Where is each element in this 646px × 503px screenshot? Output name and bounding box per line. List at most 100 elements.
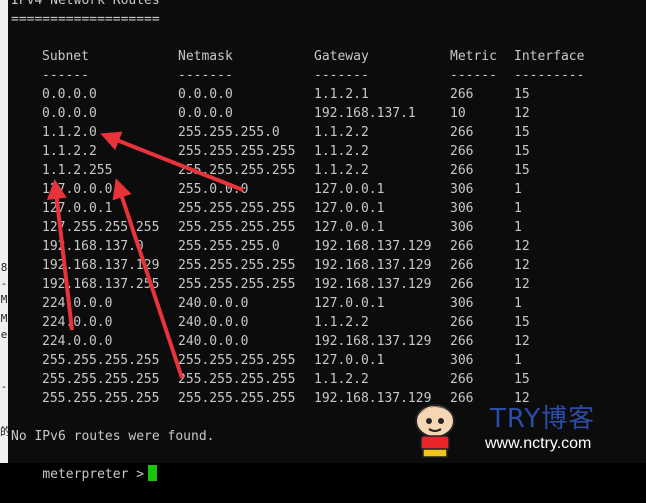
cell-netmask: 255.0.0.0 (178, 182, 249, 197)
header-rule-gateway: ------- (314, 68, 369, 83)
cell-gateway: 1.1.2.2 (314, 315, 369, 330)
terminal-window[interactable]: IPv4 Network Routes =================== … (8, 0, 646, 482)
cell-netmask: 255.255.255.255 (178, 144, 296, 159)
cell-interface: 1 (514, 353, 522, 368)
prompt-text: meterpreter > (42, 467, 145, 482)
cell-gateway: 192.168.137.129 (314, 334, 432, 349)
command-prompt[interactable]: meterpreter > (11, 446, 158, 503)
background-window-char: 的 (0, 425, 11, 438)
cell-interface: 1 (514, 182, 522, 197)
cell-subnet: 192.168.137.0 (42, 239, 144, 254)
cell-netmask: 255.255.255.255 (178, 277, 296, 292)
cell-subnet: 1.1.2.0 (42, 125, 97, 140)
cell-subnet: 192.168.137.255 (42, 277, 160, 292)
cell-metric: 266 (450, 163, 474, 178)
cell-metric: 306 (450, 220, 474, 235)
cell-subnet: 127.255.255.255 (42, 220, 160, 235)
cell-subnet: 255.255.255.255 (42, 372, 160, 387)
cell-metric: 266 (450, 258, 474, 273)
cell-subnet: 1.1.2.255 (42, 163, 113, 178)
cell-metric: 266 (450, 277, 474, 292)
routes-heading: IPv4 Network Routes (11, 0, 160, 8)
cell-netmask: 255.255.255.255 (178, 163, 296, 178)
cell-interface: 12 (514, 239, 530, 254)
cursor-block (148, 465, 158, 481)
cell-metric: 306 (450, 182, 474, 197)
header-interface: Interface (514, 49, 585, 64)
cell-netmask: 255.255.255.255 (178, 201, 296, 216)
cell-metric: 266 (450, 315, 474, 330)
background-window-char: - (0, 277, 8, 290)
watermark-url: www.nctry.com (485, 435, 592, 452)
background-window-char: 8 (0, 261, 8, 274)
cell-interface: 12 (514, 258, 530, 273)
cell-interface: 15 (514, 315, 530, 330)
header-metric: Metric (450, 49, 497, 64)
background-window-char: M (0, 293, 8, 306)
header-rule-subnet: ------ (42, 68, 89, 83)
cell-metric: 266 (450, 87, 474, 102)
cell-netmask: 255.255.255.255 (178, 220, 296, 235)
cell-subnet: 224.0.0.0 (42, 296, 113, 311)
cell-gateway: 127.0.0.1 (314, 220, 385, 235)
cell-gateway: 1.1.2.2 (314, 163, 369, 178)
cell-subnet: 127.0.0.0 (42, 182, 113, 197)
cell-netmask: 240.0.0.0 (178, 296, 249, 311)
cell-metric: 306 (450, 201, 474, 216)
cell-subnet: 1.1.2.2 (42, 144, 97, 159)
cell-interface: 15 (514, 372, 530, 387)
cell-netmask: 255.255.255.255 (178, 391, 296, 406)
cell-metric: 266 (450, 125, 474, 140)
routes-heading-rule: =================== (11, 12, 160, 27)
cell-netmask: 240.0.0.0 (178, 334, 249, 349)
cell-gateway: 192.168.137.129 (314, 239, 432, 254)
cell-subnet: 0.0.0.0 (42, 87, 97, 102)
cell-metric: 10 (450, 106, 466, 121)
cell-subnet: 224.0.0.0 (42, 334, 113, 349)
cell-subnet: 192.168.137.129 (42, 258, 160, 273)
cell-netmask: 255.255.255.0 (178, 125, 280, 140)
header-rule-interface: --------- (514, 68, 585, 83)
cell-gateway: 127.0.0.1 (314, 182, 385, 197)
cell-interface: 15 (514, 144, 530, 159)
cell-interface: 1 (514, 220, 522, 235)
cell-subnet: 0.0.0.0 (42, 106, 97, 121)
cell-metric: 266 (450, 144, 474, 159)
cartoon-boy-mascot-icon (415, 404, 455, 458)
cell-netmask: 255.255.255.255 (178, 372, 296, 387)
watermark-title: TRY博客 (490, 404, 596, 434)
cell-interface: 15 (514, 125, 530, 140)
cell-interface: 1 (514, 296, 522, 311)
background-window-char: M (0, 312, 8, 325)
background-window-char: - (0, 380, 8, 393)
cell-metric: 266 (450, 239, 474, 254)
cell-gateway: 1.1.2.2 (314, 372, 369, 387)
cell-interface: 12 (514, 334, 530, 349)
cell-metric: 306 (450, 353, 474, 368)
cell-metric: 266 (450, 334, 474, 349)
cell-gateway: 192.168.137.1 (314, 106, 416, 121)
cell-gateway: 1.1.2.1 (314, 87, 369, 102)
cell-subnet: 255.255.255.255 (42, 353, 160, 368)
header-gateway: Gateway (314, 49, 369, 64)
cell-interface: 15 (514, 87, 530, 102)
cell-gateway: 127.0.0.1 (314, 201, 385, 216)
cell-subnet: 255.255.255.255 (42, 391, 160, 406)
cell-netmask: 0.0.0.0 (178, 106, 233, 121)
ipv6-message: No IPv6 routes were found. (11, 429, 215, 444)
cell-gateway: 192.168.137.129 (314, 277, 432, 292)
cell-metric: 266 (450, 372, 474, 387)
cell-gateway: 192.168.137.129 (314, 258, 432, 273)
cell-netmask: 0.0.0.0 (178, 87, 233, 102)
header-netmask: Netmask (178, 49, 233, 64)
cell-interface: 15 (514, 163, 530, 178)
cell-gateway: 127.0.0.1 (314, 353, 385, 368)
header-rule-netmask: ------- (178, 68, 233, 83)
cell-gateway: 127.0.0.1 (314, 296, 385, 311)
cell-netmask: 255.255.255.0 (178, 239, 280, 254)
cell-gateway: 1.1.2.2 (314, 144, 369, 159)
header-subnet: Subnet (42, 49, 89, 64)
watermark-logo: TRY博客 www.nctry.com (405, 395, 635, 463)
cell-gateway: 1.1.2.2 (314, 125, 369, 140)
cell-netmask: 255.255.255.255 (178, 353, 296, 368)
